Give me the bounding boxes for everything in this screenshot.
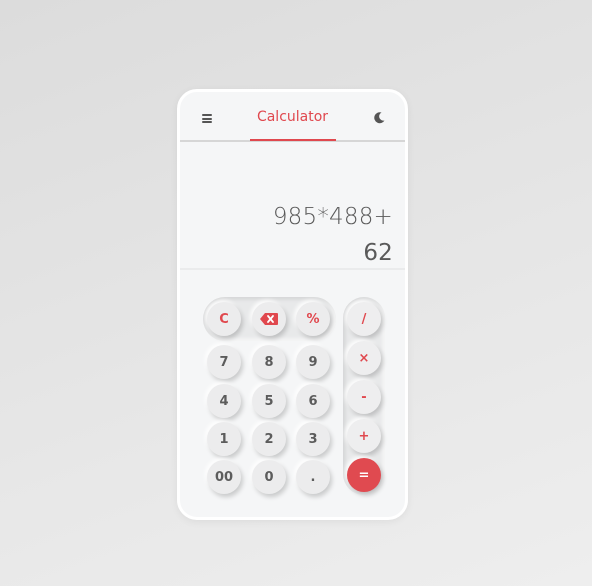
expression-line-1: 985*488+ [272,204,393,230]
calculator-card: Calculator 985*488+ 62 C % / × - + = 7 8… [177,89,408,520]
key-1[interactable]: 1 [207,422,241,456]
key-4[interactable]: 4 [207,384,241,418]
key-7[interactable]: 7 [207,345,241,379]
moon-icon[interactable] [372,111,386,125]
backspace-button[interactable] [252,302,286,336]
divide-button[interactable]: / [347,302,381,336]
equals-button[interactable]: = [347,458,381,492]
key-0[interactable]: 0 [252,460,286,494]
add-button[interactable]: + [347,419,381,453]
header-bar: Calculator [180,92,405,142]
key-8[interactable]: 8 [252,345,286,379]
key-2[interactable]: 2 [252,422,286,456]
key-3[interactable]: 3 [296,422,330,456]
key-00[interactable]: 00 [207,460,241,494]
key-6[interactable]: 6 [296,384,330,418]
backspace-icon [260,313,278,325]
display-panel: 985*488+ 62 [180,142,405,270]
expression-line-2: 62 [363,240,393,266]
key-decimal[interactable]: . [296,460,330,494]
clear-button[interactable]: C [207,302,241,336]
key-9[interactable]: 9 [296,345,330,379]
title-underline [250,139,336,141]
multiply-button[interactable]: × [347,341,381,375]
subtract-button[interactable]: - [347,380,381,414]
percent-button[interactable]: % [296,302,330,336]
key-5[interactable]: 5 [252,384,286,418]
